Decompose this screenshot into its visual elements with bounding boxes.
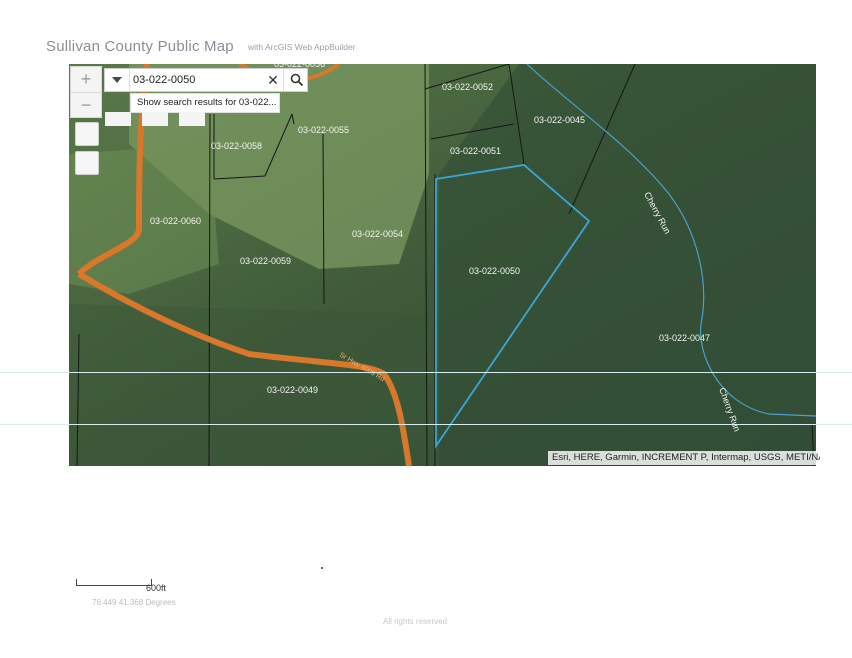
search-suggestions: Show search results for 03-022... xyxy=(130,93,280,113)
home-button[interactable] xyxy=(75,122,99,146)
zoom-out-button[interactable]: − xyxy=(71,92,101,117)
parcel-label: 03-022-0059 xyxy=(240,256,291,266)
map-attribution: Esri, HERE, Garmin, INCREMENT P, Interma… xyxy=(548,451,820,465)
parcel-label: 03-022-0045 xyxy=(534,115,585,125)
parcel-label: 03-022-0047 xyxy=(659,333,710,343)
scan-artifact xyxy=(0,372,852,373)
suggestion-item[interactable]: Show search results for 03-022... xyxy=(137,97,276,108)
chevron-down-icon xyxy=(112,77,122,83)
minus-icon: − xyxy=(80,94,92,115)
search-button[interactable] xyxy=(283,69,309,91)
app-subtitle: with ArcGIS Web AppBuilder xyxy=(248,42,356,52)
locate-button[interactable] xyxy=(75,151,99,175)
forest-area xyxy=(439,64,816,466)
plus-icon: + xyxy=(80,68,92,89)
parcel-label: 03-022-0060 xyxy=(150,216,201,226)
search-input[interactable] xyxy=(133,71,263,89)
toolbar-tab[interactable] xyxy=(105,112,131,126)
scan-artifact xyxy=(0,424,852,425)
app-title: Sullivan County Public Map xyxy=(46,38,234,55)
forest-area xyxy=(69,304,429,466)
parcel-label: 03-022-0049 xyxy=(267,385,318,395)
search-source-dropdown[interactable] xyxy=(105,69,130,91)
dot-mark xyxy=(321,567,323,569)
toolbar-tab[interactable] xyxy=(142,112,168,126)
clear-search-button[interactable]: ✕ xyxy=(265,70,281,90)
scale-label: 600ft xyxy=(146,583,167,593)
parcel-label: 03-022-0052 xyxy=(442,82,493,92)
coordinate-readout: 76.449 41.368 Degrees xyxy=(92,598,176,607)
parcel-label: 03-022-0051 xyxy=(450,146,501,156)
zoom-in-button[interactable]: + xyxy=(71,67,101,91)
rights-notice: All rights reserved xyxy=(383,617,448,626)
close-icon: ✕ xyxy=(267,72,279,88)
parcel-label: 03-022-0050 xyxy=(469,266,520,276)
zoom-control: + − xyxy=(70,66,102,118)
parcel-label: 03-022-0055 xyxy=(298,125,349,135)
search-box: ✕ xyxy=(104,68,308,92)
scale-bar xyxy=(76,579,152,586)
parcel-label: 03-022-0054 xyxy=(352,229,403,239)
toolbar-tab[interactable] xyxy=(179,112,205,126)
parcel-label: 03-022-0058 xyxy=(211,141,262,151)
search-icon xyxy=(290,73,303,87)
